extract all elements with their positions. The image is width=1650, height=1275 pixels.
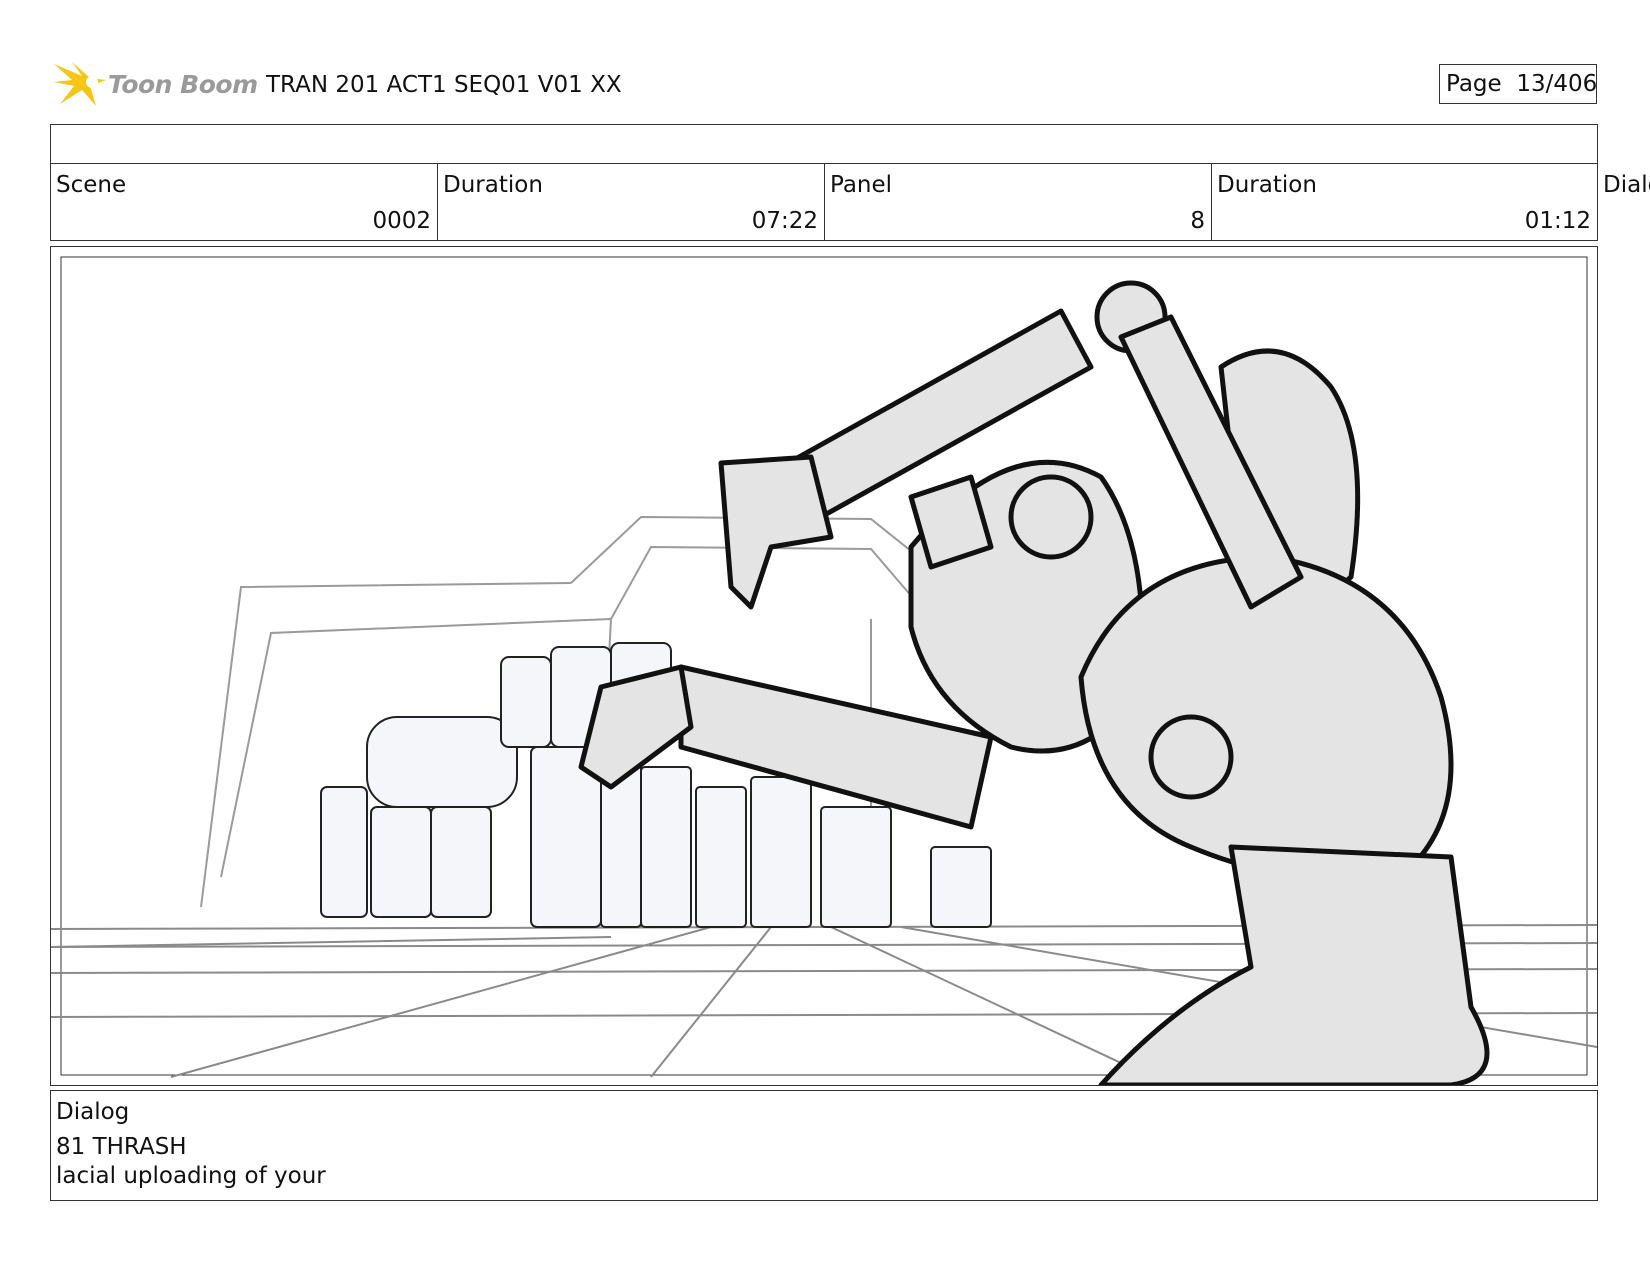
info-row: Scene 0002 Duration 07:22 Panel 8 Durati…	[50, 163, 1598, 241]
dialog-line-2: lacial uploading of your	[56, 1163, 326, 1189]
scene-duration-label: Duration	[443, 172, 543, 198]
panel-cell: Panel 8	[825, 164, 1212, 240]
flash-icon	[54, 62, 106, 106]
dialog-column-label-cut: Dialo	[1603, 172, 1650, 198]
panel-value: 8	[1190, 208, 1205, 234]
scene-duration-value: 07:22	[751, 208, 818, 234]
blank-header-row	[50, 124, 1598, 164]
toon-boom-logo: Toon Boom	[52, 58, 258, 112]
dialog-label: Dialog	[56, 1099, 130, 1125]
panel-duration-cell: Duration 01:12	[1212, 164, 1597, 240]
panel-duration-label: Duration	[1217, 172, 1317, 198]
page-indicator: Page 13/406	[1439, 64, 1597, 104]
page-value: 13/406	[1516, 71, 1598, 97]
scene-cell: Scene 0002	[51, 164, 438, 240]
logo-text: Toon Boom	[108, 70, 258, 99]
dialog-line-1: 81 THRASH	[56, 1134, 187, 1160]
scene-label: Scene	[56, 172, 127, 198]
storyboard-panel	[50, 246, 1598, 1086]
dialog-box: Dialog 81 THRASH lacial uploading of you…	[50, 1090, 1598, 1201]
sketch-illustration	[51, 256, 1597, 1085]
page-label: Page	[1446, 71, 1502, 97]
panel-label: Panel	[830, 172, 893, 198]
document-title: TRAN 201 ACT1 SEQ01 V01 XX	[266, 72, 622, 98]
scene-duration-cell: Duration 07:22	[438, 164, 825, 240]
panel-duration-value: 01:12	[1524, 208, 1591, 234]
scene-value: 0002	[372, 208, 431, 234]
